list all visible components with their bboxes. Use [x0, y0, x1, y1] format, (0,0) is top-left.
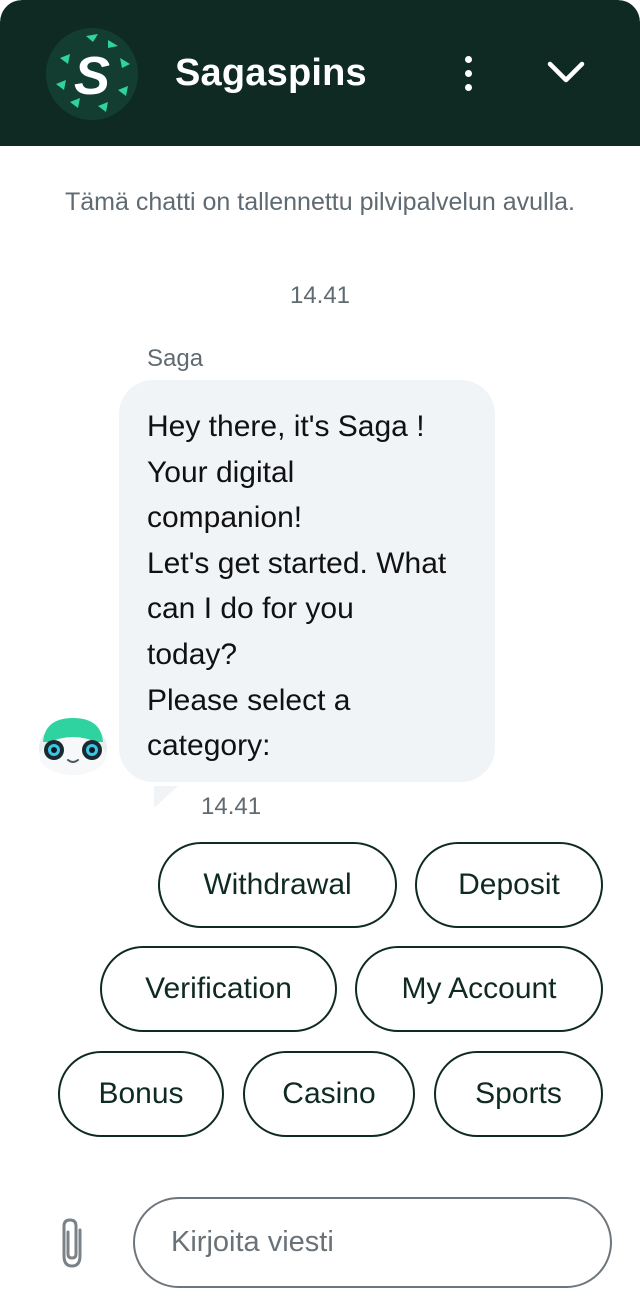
- bot-message-bubble: Hey there, it's Saga ! Your digital comp…: [119, 380, 495, 782]
- quick-reply-verification[interactable]: Verification: [100, 946, 337, 1032]
- chevron-down-icon: [547, 61, 585, 83]
- message-line: Your digital: [147, 455, 295, 489]
- chat-header: S Sagaspins: [0, 0, 640, 146]
- quick-reply-sports[interactable]: Sports: [434, 1051, 603, 1137]
- message-line: companion!: [147, 501, 303, 535]
- attach-file-button[interactable]: [52, 1216, 92, 1270]
- quick-reply-deposit[interactable]: Deposit: [415, 842, 603, 928]
- more-vertical-icon: [464, 55, 472, 63]
- quick-reply-bonus[interactable]: Bonus: [58, 1051, 224, 1137]
- header-title: Sagaspins: [175, 52, 367, 94]
- message-line: today?: [147, 637, 238, 671]
- message-line: Let's get started. What: [147, 546, 447, 580]
- conversation-timestamp: 14.41: [289, 282, 351, 309]
- chat-window: S Sagaspins Tämä chatti on tallennettu p…: [0, 0, 640, 1316]
- bubble-tail: [154, 786, 178, 808]
- message-time: 14.41: [201, 793, 262, 820]
- message-line: can I do for you: [147, 592, 354, 626]
- message-sender: Saga: [147, 345, 204, 372]
- sagaspins-logo-icon: S: [46, 28, 138, 120]
- svg-text:S: S: [74, 46, 110, 106]
- quick-reply-my-account[interactable]: My Account: [355, 946, 603, 1032]
- chat-saved-notice: Tämä chatti on tallennettu pilvipalvelun…: [64, 188, 576, 216]
- paperclip-icon: [62, 1218, 82, 1268]
- message-line: Please select a: [147, 683, 351, 717]
- message-line: Hey there, it's Saga !: [147, 410, 425, 443]
- quick-reply-casino[interactable]: Casino: [243, 1051, 415, 1137]
- more-options-button[interactable]: [448, 50, 488, 96]
- bot-avatar-icon: [37, 716, 109, 776]
- quick-reply-withdrawal[interactable]: Withdrawal: [158, 842, 397, 928]
- message-line: category:: [147, 729, 271, 763]
- message-input[interactable]: [133, 1197, 612, 1288]
- minimize-chat-button[interactable]: [540, 50, 592, 96]
